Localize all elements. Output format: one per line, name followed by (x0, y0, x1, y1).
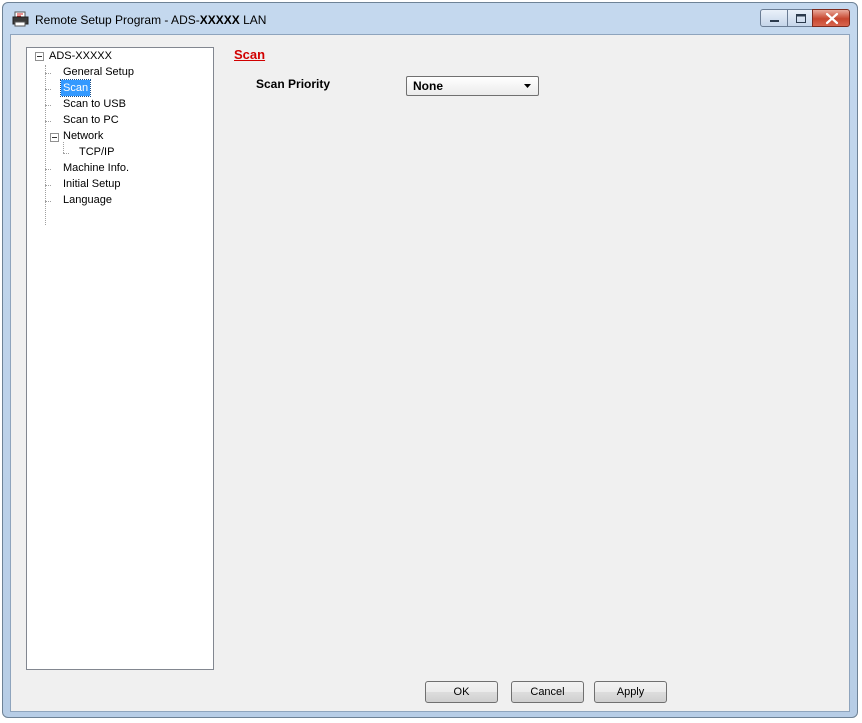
tree-item-machine-info[interactable]: Machine Info. (61, 160, 131, 176)
collapse-root-icon[interactable] (35, 52, 44, 61)
tree-item-language[interactable]: Language (61, 192, 114, 208)
maximize-icon (796, 14, 806, 23)
tree-line (45, 73, 51, 74)
tree-line (63, 153, 69, 154)
tree-item-scan[interactable]: Scan (59, 79, 92, 97)
title-bar[interactable]: Remote Setup Program - ADS-XXXXX LAN (3, 3, 857, 37)
settings-tree[interactable]: ADS-XXXXX General Setup Scan Scan to USB… (26, 47, 214, 670)
tree-line (45, 89, 51, 90)
tree-item-label: Scan to USB (63, 98, 126, 110)
close-icon (825, 12, 839, 25)
tree-item-label: Scan (59, 79, 92, 97)
tree-item-label: Initial Setup (63, 178, 121, 190)
tree-item-general-setup[interactable]: General Setup (61, 64, 136, 80)
tree-item-network[interactable]: Network (61, 128, 105, 144)
tree-line (45, 185, 51, 186)
tree-item-label: General Setup (63, 66, 134, 78)
section-title: Scan (234, 47, 266, 62)
ok-button[interactable]: OK (425, 681, 498, 703)
scan-priority-select[interactable]: None (406, 76, 539, 96)
tree-line (45, 121, 51, 122)
tree-item-label: Language (63, 194, 112, 206)
tree-item-tcp-ip[interactable]: TCP/IP (77, 144, 116, 160)
tree-item-scan-to-usb[interactable]: Scan to USB (61, 96, 128, 112)
tree-item-label: Machine Info. (63, 162, 130, 174)
client-area: ADS-XXXXX General Setup Scan Scan to USB… (10, 34, 850, 712)
close-button[interactable] (812, 9, 850, 27)
apply-button[interactable]: Apply (594, 681, 667, 703)
chevron-down-icon (524, 84, 531, 88)
minimize-button[interactable] (760, 9, 788, 27)
tree-line (45, 201, 51, 202)
maximize-button[interactable] (787, 9, 813, 27)
scan-priority-value: None (413, 79, 443, 93)
tree-line (45, 105, 51, 106)
tree-item-label: Scan to PC (63, 114, 119, 126)
tree-item-scan-to-pc[interactable]: Scan to PC (61, 112, 121, 128)
minimize-icon (770, 20, 779, 22)
tree-item-initial-setup[interactable]: Initial Setup (61, 176, 122, 192)
tree-item-label: TCP/IP (79, 146, 115, 158)
printer-app-icon (12, 11, 29, 27)
window-title: Remote Setup Program - ADS-XXXXX LAN (35, 13, 267, 27)
tree-item-label: Network (63, 130, 104, 142)
app-window: Remote Setup Program - ADS-XXXXX LAN ADS… (2, 2, 858, 718)
tree-line (45, 169, 51, 170)
tree-root[interactable]: ADS-XXXXX (47, 48, 114, 64)
cancel-button[interactable]: Cancel (511, 681, 584, 703)
tree-root-label: ADS-XXXXX (49, 50, 112, 62)
scan-priority-label: Scan Priority (256, 77, 331, 91)
collapse-network-icon[interactable] (50, 133, 59, 142)
